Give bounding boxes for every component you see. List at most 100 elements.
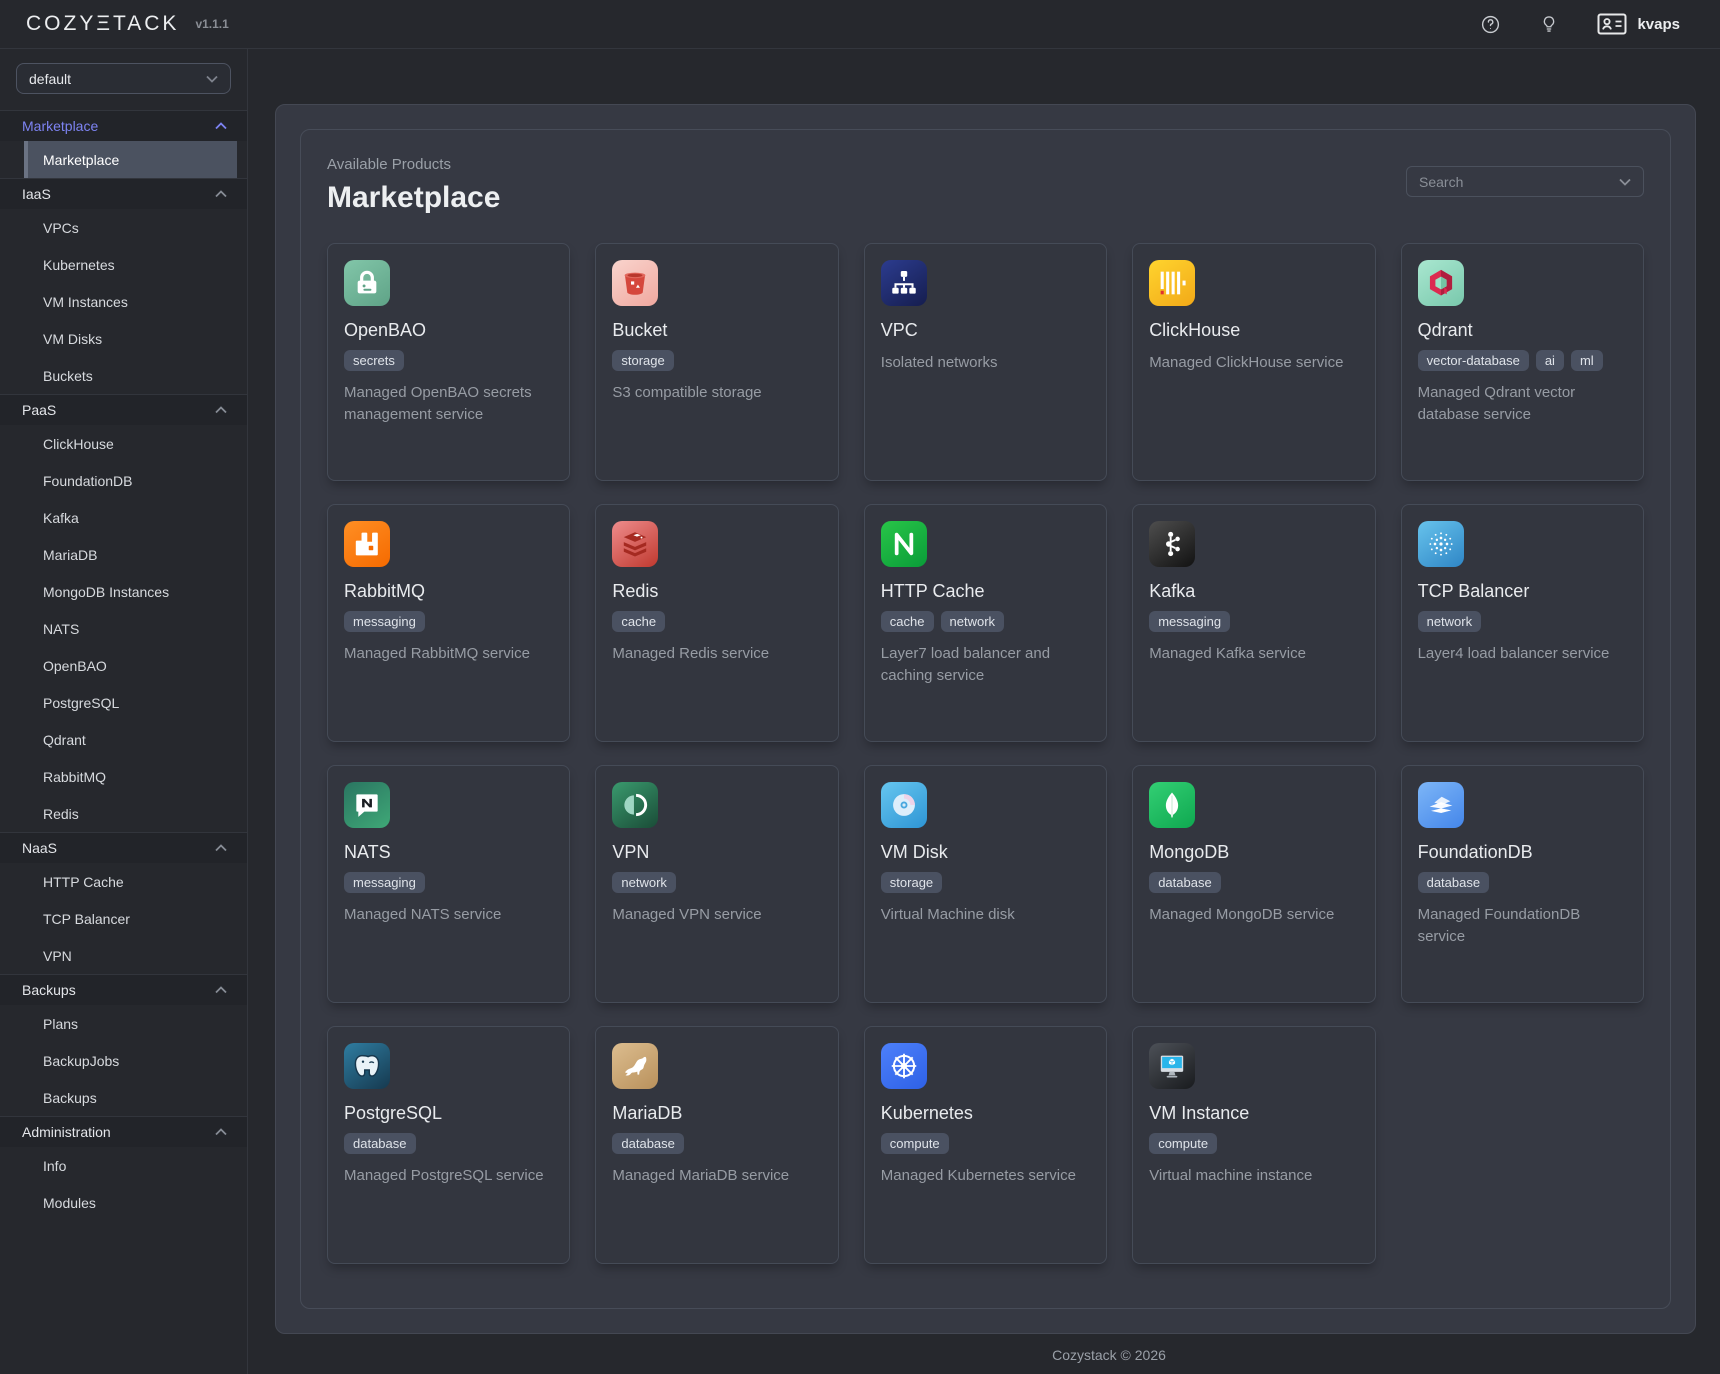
sidebar-item-mariadb[interactable]: MariaDB — [24, 536, 237, 573]
help-icon[interactable] — [1480, 14, 1501, 35]
tag-storage: storage — [612, 350, 673, 371]
sidebar-item-buckets[interactable]: Buckets — [24, 357, 237, 394]
sidebar-item-vpcs[interactable]: VPCs — [24, 209, 237, 246]
sidebar-nav: Marketplace Marketplace IaaS VPCs Kubernetes… — [0, 110, 247, 1221]
sidebar-item-qdrant[interactable]: Qdrant — [24, 721, 237, 758]
sidebar-item-rabbitmq[interactable]: RabbitMQ — [24, 758, 237, 795]
sidebar-item-http-cache[interactable]: HTTP Cache — [24, 863, 237, 900]
sidebar-section-iaas[interactable]: IaaS — [0, 178, 247, 209]
product-name: MariaDB — [612, 1103, 821, 1124]
product-description: Virtual Machine disk — [881, 904, 1090, 926]
sidebar-item-label: MongoDB Instances — [43, 584, 169, 600]
tag-list: network — [612, 872, 821, 893]
product-name: Qdrant — [1418, 320, 1627, 341]
sidebar-item-label: HTTP Cache — [43, 874, 124, 890]
sidebar-item-plans[interactable]: Plans — [24, 1005, 237, 1042]
chevron-up-icon — [215, 406, 227, 414]
product-card-kafka[interactable]: KafkamessagingManaged Kafka service — [1132, 504, 1375, 742]
vm-monitor-icon — [1149, 1043, 1195, 1089]
product-description: Managed ClickHouse service — [1149, 352, 1358, 374]
chevron-up-icon — [215, 122, 227, 130]
tag-list: compute — [1149, 1133, 1358, 1154]
product-card-mongodb[interactable]: MongoDBdatabaseManaged MongoDB service — [1132, 765, 1375, 1003]
tag-database: database — [1149, 872, 1221, 893]
product-card-vpn[interactable]: VPN network Managed VPN service — [595, 765, 838, 1003]
sidebar-item-info[interactable]: Info — [24, 1147, 237, 1184]
sidebar-item-backups[interactable]: Backups — [24, 1079, 237, 1116]
product-card-tcp-balancer[interactable]: TCP BalancernetworkLayer4 load balancer … — [1401, 504, 1644, 742]
sidebar-item-vm-disks[interactable]: VM Disks — [24, 320, 237, 357]
namespace-select[interactable]: default — [16, 63, 231, 94]
app-logo[interactable]: COZYΞTACK — [26, 12, 179, 36]
sidebar-item-vm-instances[interactable]: VM Instances — [24, 283, 237, 320]
product-description: Isolated networks — [881, 352, 1090, 374]
sidebar: default Marketplace Marketplace IaaS VPCs Ku… — [0, 49, 248, 1374]
tag-list: database — [344, 1133, 553, 1154]
sidebar-item-marketplace[interactable]: Marketplace — [24, 141, 237, 178]
sidebar-item-label: MariaDB — [43, 547, 97, 563]
product-description: Managed Qdrant vector database service — [1418, 382, 1627, 426]
user-badge-icon — [1597, 13, 1627, 35]
sidebar-item-label: VPCs — [43, 220, 79, 236]
sidebar-item-nats[interactable]: NATS — [24, 610, 237, 647]
sidebar-item-label: Buckets — [43, 368, 93, 384]
sidebar-item-modules[interactable]: Modules — [24, 1184, 237, 1221]
product-card-vm-disk[interactable]: VM DiskstorageVirtual Machine disk — [864, 765, 1107, 1003]
product-card-http-cache[interactable]: HTTP CachecachenetworkLayer7 load balanc… — [864, 504, 1107, 742]
chevron-up-icon — [215, 844, 227, 852]
lightbulb-icon[interactable] — [1539, 14, 1559, 34]
sidebar-section-paas[interactable]: PaaS — [0, 394, 247, 425]
sidebar-item-foundationdb[interactable]: FoundationDB — [24, 462, 237, 499]
product-name: Kubernetes — [881, 1103, 1090, 1124]
product-description: Managed MongoDB service — [1149, 904, 1358, 926]
sidebar-item-vpn[interactable]: VPN — [24, 937, 237, 974]
sidebar-item-kubernetes[interactable]: Kubernetes — [24, 246, 237, 283]
product-name: VM Disk — [881, 842, 1090, 863]
sidebar-section-backups[interactable]: Backups — [0, 974, 247, 1005]
page-header: Available Products Marketplace Search — [327, 156, 1644, 215]
product-card-openbao[interactable]: OpenBAOsecretsManaged OpenBAO secrets ma… — [327, 243, 570, 481]
sidebar-item-label: Redis — [43, 806, 79, 822]
sidebar-item-mongodb-instances[interactable]: MongoDB Instances — [24, 573, 237, 610]
namespace-select-value: default — [29, 71, 71, 87]
product-description: Managed Kafka service — [1149, 643, 1358, 665]
tag-messaging: messaging — [1149, 611, 1230, 632]
search-input[interactable]: Search — [1406, 166, 1644, 197]
user-menu[interactable]: kvaps — [1597, 13, 1680, 35]
product-name: ClickHouse — [1149, 320, 1358, 341]
sidebar-item-redis[interactable]: Redis — [24, 795, 237, 832]
sidebar-item-postgresql[interactable]: PostgreSQL — [24, 684, 237, 721]
product-card-nats[interactable]: NATSmessagingManaged NATS service — [327, 765, 570, 1003]
product-card-clickhouse[interactable]: ClickHouse Managed ClickHouse service — [1132, 243, 1375, 481]
lock-icon — [344, 260, 390, 306]
product-description: Managed VPN service — [612, 904, 821, 926]
product-card-foundationdb[interactable]: FoundationDBdatabaseManaged FoundationDB… — [1401, 765, 1644, 1003]
tag-compute: compute — [881, 1133, 949, 1154]
product-card-bucket[interactable]: BucketstorageS3 compatible storage — [595, 243, 838, 481]
product-card-mariadb[interactable]: MariaDBdatabaseManaged MariaDB service — [595, 1026, 838, 1264]
product-card-qdrant[interactable]: Qdrantvector-databaseaimlManaged Qdrant … — [1401, 243, 1644, 481]
sidebar-section-marketplace[interactable]: Marketplace — [0, 110, 247, 141]
sidebar-section-naas[interactable]: NaaS — [0, 832, 247, 863]
product-card-rabbitmq[interactable]: RabbitMQmessagingManaged RabbitMQ servic… — [327, 504, 570, 742]
sidebar-section-administration[interactable]: Administration — [0, 1116, 247, 1147]
sidebar-item-openbao[interactable]: OpenBAO — [24, 647, 237, 684]
product-name: VPN — [612, 842, 821, 863]
tag-cache: cache — [612, 611, 665, 632]
tag-list: compute — [881, 1133, 1090, 1154]
product-card-vpc[interactable]: VPCIsolated networks — [864, 243, 1107, 481]
product-card-kubernetes[interactable]: KubernetescomputeManaged Kubernetes serv… — [864, 1026, 1107, 1264]
product-card-redis[interactable]: RediscacheManaged Redis service — [595, 504, 838, 742]
product-name: HTTP Cache — [881, 581, 1090, 602]
sidebar-item-label: Marketplace — [43, 152, 119, 168]
sidebar-item-clickhouse[interactable]: ClickHouse — [24, 425, 237, 462]
product-card-vm-instance[interactable]: VM InstancecomputeVirtual machine instan… — [1132, 1026, 1375, 1264]
product-card-postgresql[interactable]: PostgreSQLdatabaseManaged PostgreSQL ser… — [327, 1026, 570, 1264]
tag-list: database — [1418, 872, 1627, 893]
sidebar-item-tcp-balancer[interactable]: TCP Balancer — [24, 900, 237, 937]
chevron-up-icon — [215, 986, 227, 994]
sidebar-item-backupjobs[interactable]: BackupJobs — [24, 1042, 237, 1079]
sidebar-item-kafka[interactable]: Kafka — [24, 499, 237, 536]
sidebar-item-label: NATS — [43, 621, 79, 637]
rabbit-icon — [344, 521, 390, 567]
